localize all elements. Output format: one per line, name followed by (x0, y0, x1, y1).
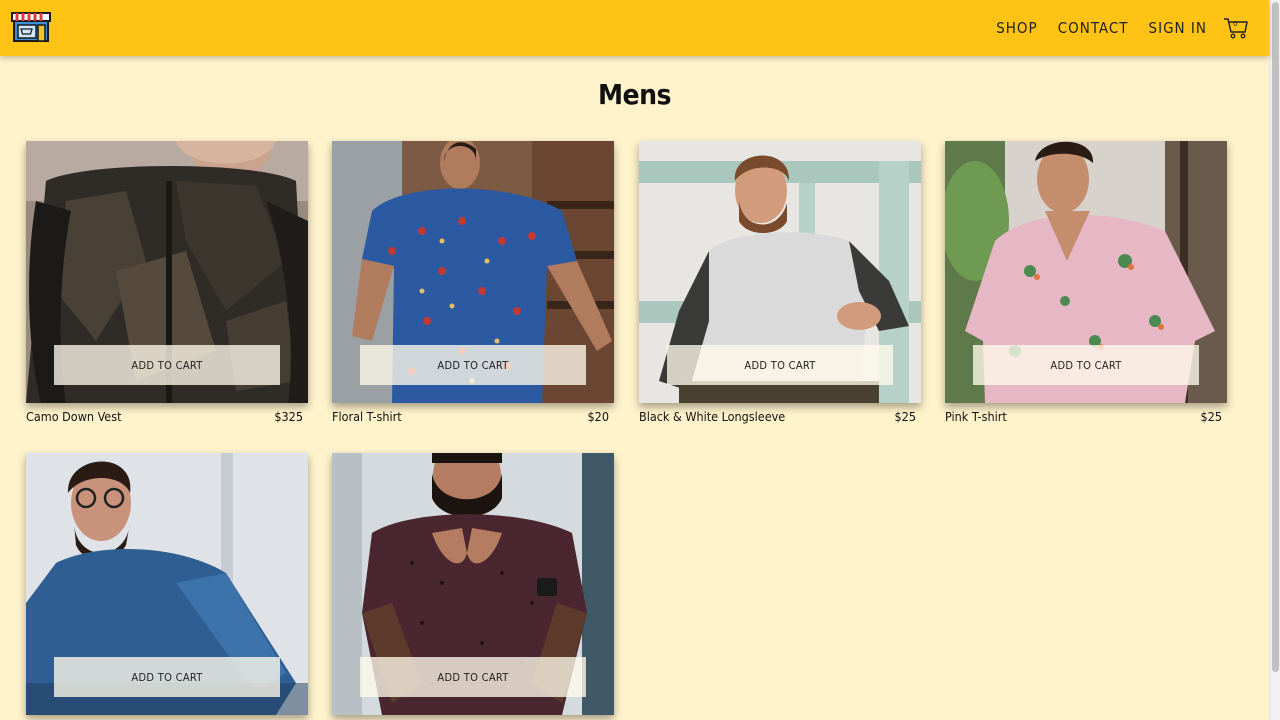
product-name[interactable]: Pink T-shirt (945, 409, 1007, 424)
product-card: ADD TO CART (332, 453, 614, 715)
add-to-cart-button[interactable]: ADD TO CART (667, 345, 893, 385)
shopping-cart-icon[interactable]: 0 (1223, 17, 1249, 39)
product-name[interactable]: Floral T-shirt (332, 409, 402, 424)
cart-count: 0 (1233, 20, 1238, 28)
scrollbar-thumb[interactable] (1272, 2, 1279, 672)
nav-contact-link[interactable]: CONTACT (1058, 19, 1129, 37)
nav-shop-link[interactable]: SHOP (996, 19, 1037, 37)
storefront-icon[interactable] (11, 11, 51, 43)
main-nav: SHOP CONTACT SIGN IN 0 (976, 0, 1249, 56)
page-scrollbar[interactable] (1269, 0, 1280, 720)
product-meta: Floral T-shirt $20 (332, 409, 614, 424)
page-title: Mens (597, 78, 672, 111)
product-meta: Black & White Longsleeve $25 (639, 409, 921, 424)
product-meta: Camo Down Vest $325 (26, 409, 308, 424)
product-card: ADD TO CART (26, 453, 308, 715)
product-image[interactable]: ADD TO CART (639, 141, 921, 403)
product-image[interactable]: ADD TO CART (945, 141, 1227, 403)
add-to-cart-button[interactable]: ADD TO CART (973, 345, 1199, 385)
product-image[interactable]: ADD TO CART (332, 453, 614, 715)
product-meta: Pink T-shirt $25 (945, 409, 1227, 424)
nav-sign-in-link[interactable]: SIGN IN (1149, 19, 1207, 37)
add-to-cart-button[interactable]: ADD TO CART (54, 657, 280, 697)
product-card: ADD TO CART Floral T-shirt $20 (332, 141, 614, 424)
product-price: $20 (587, 409, 609, 424)
add-to-cart-button[interactable]: ADD TO CART (54, 345, 280, 385)
product-card: ADD TO CART Pink T-shirt $25 (945, 141, 1227, 424)
product-price: $325 (274, 409, 303, 424)
product-image[interactable]: ADD TO CART (26, 453, 308, 715)
product-card: ADD TO CART Camo Down Vest $325 (26, 141, 308, 424)
product-name[interactable]: Camo Down Vest (26, 409, 122, 424)
product-name[interactable]: Black & White Longsleeve (639, 409, 785, 424)
site-header: SHOP CONTACT SIGN IN 0 (0, 0, 1269, 56)
product-price: $25 (894, 409, 916, 424)
product-image[interactable]: ADD TO CART (26, 141, 308, 403)
product-image[interactable]: ADD TO CART (332, 141, 614, 403)
product-price: $25 (1200, 409, 1222, 424)
product-card: ADD TO CART Black & White Longsleeve $25 (639, 141, 921, 424)
add-to-cart-button[interactable]: ADD TO CART (360, 345, 586, 385)
add-to-cart-button[interactable]: ADD TO CART (360, 657, 586, 697)
